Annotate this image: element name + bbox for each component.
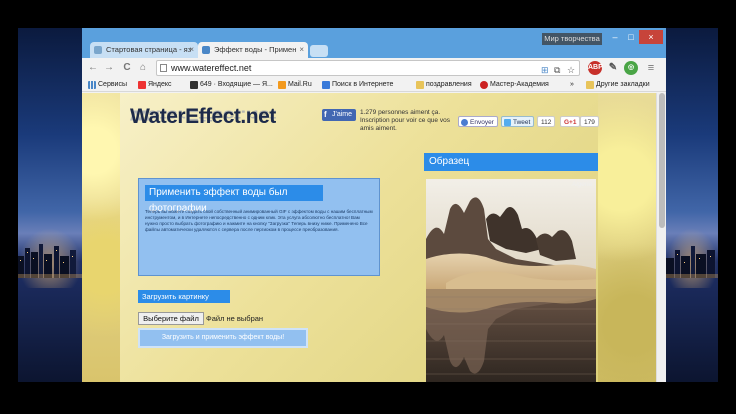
browser-window: Стартовая страница - яз × Эффект воды - … [82,28,666,382]
bookmark-page-icon[interactable]: ⧉ [554,63,560,77]
tweet-button[interactable]: Tweet [501,116,535,127]
apply-effect-heading: Применить эффект воды был фотографии [145,185,323,214]
tab-start-page[interactable]: Стартовая страница - яз × [90,42,198,58]
choose-file-button[interactable]: Выберите файл [138,312,204,325]
search-icon [322,81,330,89]
page-icon [160,64,167,72]
site-logo[interactable]: WaterEffect.net [130,105,276,129]
facebook-like-text: 1.279 personnes aiment ça. Inscription p… [360,109,450,132]
star-icon[interactable]: ☆ [567,63,575,77]
close-icon[interactable]: × [299,42,304,58]
desktop-wallpaper-right [666,28,718,382]
google-plus-button[interactable]: G+1 [560,116,581,127]
page-favicon-icon [202,46,210,54]
minimize-button[interactable]: – [607,30,623,44]
navigation-bar: ← → C ⌂ www.watereffect.net ⊞ ⧉ ☆ ABP ✎ … [82,58,666,78]
mail-icon [190,81,198,89]
close-icon[interactable]: × [189,42,194,58]
page-scrollbar[interactable] [656,93,666,382]
leaf-background-right [598,93,656,382]
screen: Стартовая страница - яз × Эффект воды - … [0,0,736,414]
tab-label: Эффект воды - Примен [214,45,297,54]
folder-icon [586,81,594,89]
yandex-icon [138,81,146,89]
mailru-icon [278,81,286,89]
upload-heading: Загрузить картинку [138,290,230,303]
forward-button[interactable]: → [102,61,116,75]
facebook-icon: f [324,110,327,119]
page-content: WaterEffect.net WaterEffect.net f J'aime… [120,93,599,382]
upload-apply-button[interactable]: Загрузить и применить эффект воды! [138,328,308,348]
apply-effect-description: Теперь вы можете создать свой собственны… [145,209,373,232]
send-icon [461,119,468,126]
scrollbar-thumb[interactable] [659,93,665,228]
folder-icon [416,81,424,89]
apply-effect-panel: Применить эффект воды был фотографии Теп… [138,178,380,276]
back-button[interactable]: ← [86,61,100,75]
bookmark-yandex[interactable]: Яндекс [138,78,172,91]
bookmark-folder-greetings[interactable]: поздравления [416,78,472,91]
drop-icon [480,81,488,89]
new-tab-button[interactable] [310,45,328,57]
watermark-label: Мир творчества [542,33,602,45]
translate-icon[interactable]: ⊞ [541,63,549,77]
send-button[interactable]: Envoyer [458,116,498,127]
twitter-icon [504,119,511,126]
url-text: www.watereffect.net [171,63,252,73]
facebook-like-button[interactable]: f J'aime [322,109,356,121]
file-status-text: Файл не выбран [206,314,264,323]
menu-icon[interactable]: ≡ [644,61,658,75]
reload-button[interactable]: C [120,61,134,75]
green-extension-icon[interactable]: ◎ [624,61,638,75]
web-page: WaterEffect.net WaterEffect.net f J'aime… [82,93,656,382]
sample-heading: Образец [424,153,598,171]
address-bar[interactable]: www.watereffect.net ⊞ ⧉ ☆ [156,60,580,76]
google-plus-count: 179 [580,116,599,127]
close-window-button[interactable]: × [639,30,663,44]
bookmark-mailru[interactable]: Mail.Ru [278,78,312,91]
tweet-count: 112 [537,116,556,127]
maximize-button[interactable]: □ [623,30,639,44]
desktop-wallpaper-left [18,28,82,382]
bookmarks-more-button[interactable]: » [570,78,574,91]
leaf-background-left [82,93,120,382]
tab-label: Стартовая страница - яз [106,45,192,54]
bookmark-other[interactable]: Другие закладки [586,78,650,91]
bookmark-inbox[interactable]: 649 · Входящие — Я... [190,78,273,91]
page-favicon-icon [94,46,102,54]
sample-caption: Algeria [571,181,592,188]
sample-image: Algeria [426,179,596,382]
adblock-icon[interactable]: ABP [588,61,603,75]
bookmark-search[interactable]: Поиск в Интернете [322,78,393,91]
pen-extension-icon[interactable]: ✎ [606,61,620,75]
tab-water-effect[interactable]: Эффект воды - Примен × [198,42,308,58]
apps-icon [88,81,96,89]
bookmark-master-academy[interactable]: Мастер-Академия [480,78,549,91]
home-button[interactable]: ⌂ [136,61,150,75]
bookmark-apps[interactable]: Сервисы [88,78,127,91]
bookmarks-bar: Сервисы Яндекс 649 · Входящие — Я... Mai… [82,78,666,92]
